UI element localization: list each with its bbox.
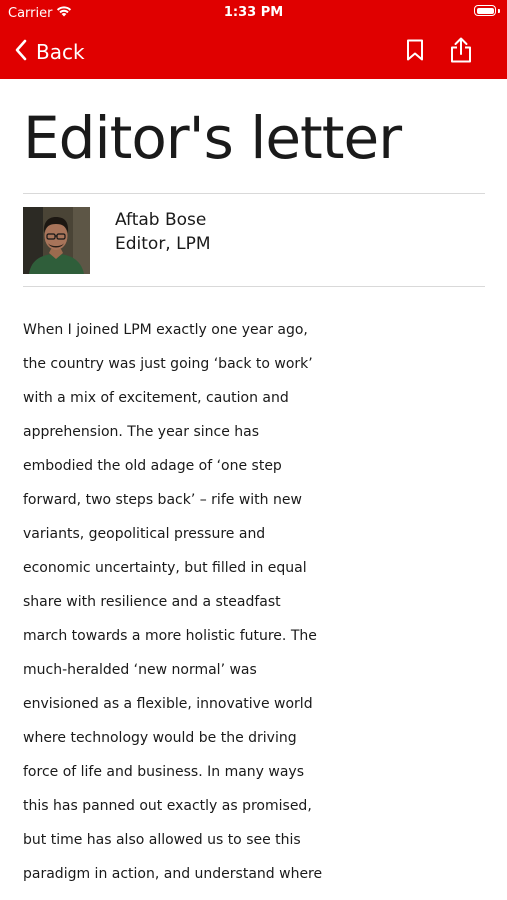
body-line: where technology would be the driving — [23, 730, 297, 746]
body-line: march towards a more holistic future. Th… — [23, 628, 317, 644]
body-line: paradigm in action, and understand where — [23, 866, 323, 882]
bookmark-icon — [406, 39, 424, 65]
battery-cap — [498, 9, 500, 13]
author-avatar — [23, 207, 90, 274]
body-line: this has panned out exactly as promised, — [23, 798, 312, 814]
body-line: much-heralded ‘new normal’ was — [23, 662, 257, 678]
status-time: 1:33 PM — [223, 5, 284, 20]
back-label: Back — [36, 40, 85, 64]
body-line: embodied the old adage of ‘one step — [23, 458, 282, 474]
body-line: with a mix of excitement, caution and — [23, 390, 289, 406]
top-bar: Carrier 1:33 PM Back — [0, 0, 507, 79]
body-line: When I joined LPM exactly one year ago, — [23, 322, 308, 338]
author-name: Aftab Bose — [115, 210, 207, 230]
body-line: variants, geopolitical pressure and — [23, 526, 266, 542]
divider — [23, 286, 485, 287]
body-line: force of life and business. In many ways — [23, 764, 305, 780]
status-bar: Carrier 1:33 PM — [0, 0, 507, 26]
navigation-bar: Back — [0, 32, 507, 72]
bookmark-button[interactable] — [401, 38, 429, 66]
share-button[interactable] — [447, 37, 475, 67]
page-title: Editor's letter — [23, 104, 402, 172]
body-line: envisioned as a flexible, innovative wor… — [23, 696, 313, 712]
article-body: When I joined LPM exactly one year ago, … — [23, 313, 493, 891]
body-line: apprehension. The year since has — [23, 424, 260, 440]
share-icon — [450, 37, 472, 67]
author-role: Editor, LPM — [115, 234, 211, 254]
body-line: economic uncertainty, but filled in equa… — [23, 560, 307, 576]
body-line: but time has also allowed us to see this — [23, 832, 301, 848]
body-line: share with resilience and a steadfast — [23, 594, 281, 610]
chevron-left-icon — [14, 39, 28, 65]
divider — [23, 193, 485, 194]
back-button[interactable]: Back — [14, 36, 85, 68]
battery-icon — [474, 5, 496, 16]
body-line: forward, two steps back’ – rife with new — [23, 492, 302, 508]
body-line: the country was just going ‘back to work… — [23, 356, 313, 372]
